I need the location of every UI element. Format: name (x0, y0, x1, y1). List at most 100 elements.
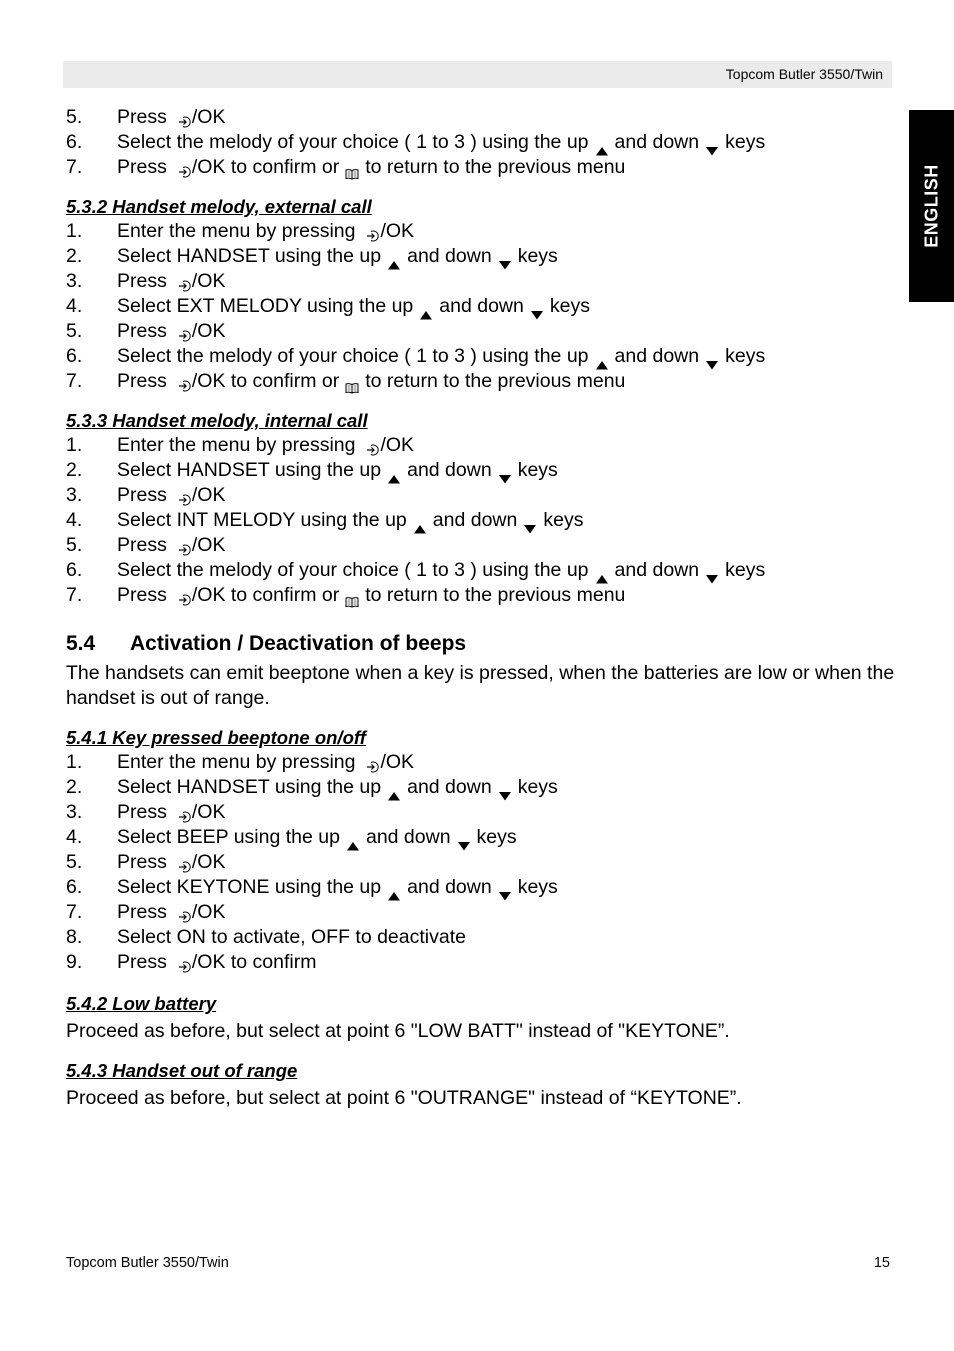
step-text: Enter the menu by pressing/OK (117, 433, 414, 458)
step-item: 7. Press/OK to confirm or to return to the… (66, 155, 896, 180)
step-number: 2. (66, 459, 83, 481)
step-item: 8. Select ON to activate, OFF to deactiva… (66, 925, 896, 950)
step-text-part: Press (117, 851, 167, 873)
step-text-part: /OK to confirm (191, 951, 317, 973)
step-number: 7. (66, 156, 83, 178)
menu-ok-icon (177, 111, 191, 128)
step-item: 7. Press/OK to confirm or to return to the… (66, 583, 896, 608)
step-number: 6. (66, 131, 83, 153)
step-item: 7. Press/OK to confirm or to return to the… (66, 369, 896, 394)
step-text: Select HANDSET using the up and down keys (117, 458, 558, 484)
step-text-part: keys (543, 509, 584, 531)
step-number: 3. (66, 270, 83, 292)
step-number: 4. (66, 826, 83, 848)
up-arrow-icon (387, 883, 401, 901)
step-text: Press/OK (117, 900, 225, 925)
step-number: 7. (66, 584, 83, 606)
step-number: 5. (66, 534, 83, 556)
subsection-title-5-3-2: 5.3.2 Handset melody, external call (66, 196, 372, 217)
step-text: Press/OK (117, 800, 225, 825)
step-text-part: and down (407, 245, 492, 267)
step-number: 8. (66, 926, 83, 948)
up-arrow-icon (595, 566, 609, 584)
section-intro: The handsets can emit beeptone when a ke… (66, 662, 895, 709)
step-item: 1. Enter the menu by pressing/OK (66, 219, 896, 244)
step-number: 4. (66, 295, 83, 317)
step-text-part: and down (614, 559, 700, 581)
down-arrow-icon (498, 466, 512, 484)
step-text-part: Press (117, 370, 167, 392)
step-text-part: Enter the menu by pressing (117, 220, 356, 242)
section-number: 5.4 (66, 632, 96, 655)
step-number: 4. (66, 509, 83, 531)
up-arrow-icon (595, 352, 609, 370)
steps-5-3-2: 1. Enter the menu by pressing/OK 2. Select … (66, 219, 896, 394)
step-text-part: /OK (191, 484, 226, 506)
menu-ok-icon (177, 161, 191, 178)
step-text-part: /OK (380, 434, 415, 456)
step-text: Enter the menu by pressing/OK (117, 750, 414, 775)
step-text-part: Select the melody of your choice ( 1 to … (117, 345, 589, 367)
subsection-title-5-3-3: 5.3.3 Handset melody, internal call (66, 410, 368, 431)
step-item: 5. Press/OK (66, 533, 896, 558)
step-item: 9. Press/OK to confirm (66, 950, 896, 975)
step-text-part: and down (614, 345, 700, 367)
step-text-part: /OK (380, 220, 415, 242)
intro-steps: 5. Press/OK 6. Select the melody of your ch… (66, 105, 896, 180)
step-number: 6. (66, 345, 83, 367)
up-arrow-icon (387, 252, 401, 270)
step-text: Select the melody of your choice ( 1 to … (117, 344, 766, 370)
step-text-part: and down (439, 295, 524, 317)
step-text: Select HANDSET using the up and down keys (117, 775, 558, 801)
step-text-part: to return to the previous menu (365, 156, 626, 178)
step-item: 1. Enter the menu by pressing/OK (66, 433, 896, 458)
step-number: 2. (66, 776, 83, 798)
menu-ok-icon (365, 439, 380, 456)
step-number: 1. (66, 220, 83, 242)
step-text-part: Press (117, 270, 167, 292)
step-text-part: Select INT MELODY using the up (117, 509, 407, 531)
step-text-part: keys (517, 876, 558, 898)
step-text-part: /OK (191, 801, 226, 823)
step-text-part: Press (117, 320, 167, 342)
step-text-part: Select HANDSET using the up (117, 776, 382, 798)
step-text: Press/OK (117, 269, 225, 294)
down-arrow-icon (523, 516, 537, 534)
subsection-title-5-4-1: 5.4.1 Key pressed beeptone on/off (66, 727, 366, 748)
phonebook-icon (345, 162, 359, 180)
header-title: Topcom Butler 3550/Twin (725, 66, 883, 82)
low-battery-text: Proceed as before, but select at point 6… (66, 1020, 730, 1042)
section-heading-5-4: 5.4 Activation / Deactivation of beeps (66, 630, 896, 658)
step-text: Select EXT MELODY using the up and down ke… (117, 294, 590, 320)
menu-ok-icon (177, 539, 191, 556)
step-number: 7. (66, 901, 83, 923)
menu-ok-icon (177, 275, 191, 292)
page-number: 15 (873, 1255, 890, 1271)
menu-ok-icon (177, 956, 191, 973)
step-number: 3. (66, 801, 83, 823)
up-arrow-icon (387, 466, 401, 484)
step-item: 5. Press/OK (66, 319, 896, 344)
step-text-part: keys (517, 459, 558, 481)
step-number: 1. (66, 434, 83, 456)
menu-ok-icon (365, 756, 380, 773)
step-text-part: /OK (191, 851, 226, 873)
step-text-part: Press (117, 801, 167, 823)
step-item: 3. Press/OK (66, 800, 896, 825)
step-text-part: Press (117, 156, 167, 178)
down-arrow-icon (530, 302, 544, 320)
step-item: 4. Select EXT MELODY using the up and down… (66, 294, 896, 320)
step-text-part: keys (517, 776, 558, 798)
step-item: 6. Select the melody of your choice ( 1 t… (66, 130, 896, 156)
step-text-part: /OK to confirm or (191, 156, 340, 178)
language-label: ENGLISH (921, 164, 941, 248)
down-arrow-icon (705, 566, 719, 584)
step-item: 6. Select the melody of your choice ( 1 t… (66, 344, 896, 370)
step-text-part: keys (725, 345, 766, 367)
step-text-part: keys (517, 245, 558, 267)
phonebook-icon (345, 376, 359, 394)
step-item: 2. Select HANDSET using the up and down key… (66, 458, 896, 484)
step-text-part: Select BEEP using the up (117, 826, 340, 848)
step-number: 7. (66, 370, 83, 392)
menu-ok-icon (365, 225, 380, 242)
